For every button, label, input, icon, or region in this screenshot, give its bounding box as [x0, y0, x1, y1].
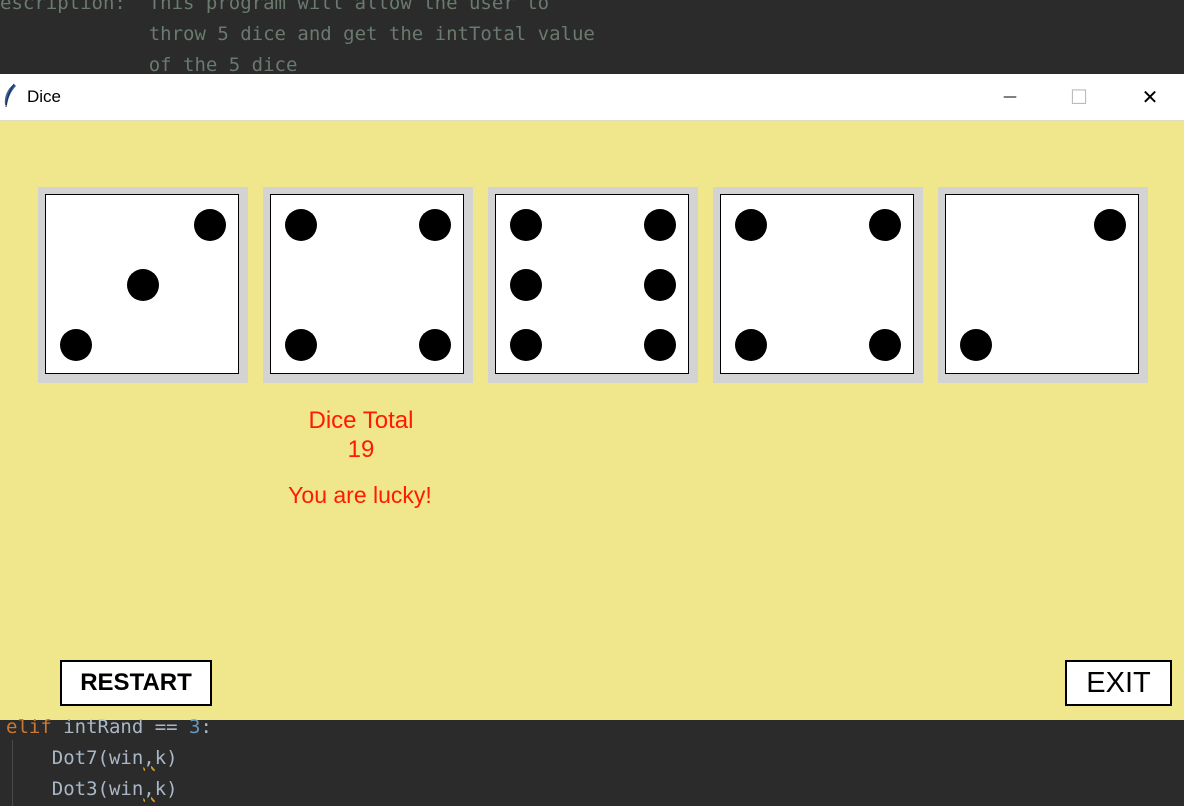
maximize-icon: ☐	[1070, 85, 1088, 109]
code-comma: ,	[143, 778, 155, 800]
code-text: :	[200, 716, 212, 738]
die-pip	[419, 329, 451, 361]
die-face	[45, 194, 239, 374]
die-pip	[285, 209, 317, 241]
die-pip	[510, 329, 542, 361]
code-line: Dot3(win,k)	[6, 774, 178, 805]
code-number: 3	[189, 716, 201, 738]
die-pip	[510, 209, 542, 241]
die-face	[945, 194, 1139, 374]
result-message: You are lucky!	[288, 482, 432, 508]
code-line: elif intRand == 3:	[6, 712, 212, 743]
die-pip	[960, 329, 992, 361]
code-line: escription: This program will allow the …	[0, 0, 550, 14]
code-comma: ,	[143, 747, 155, 769]
dice-total-label: Dice Total	[308, 407, 414, 434]
code-text: Dot3(win	[6, 778, 144, 800]
exit-button[interactable]: EXIT	[1065, 660, 1172, 706]
dice-window: Dice — ☐ ✕	[0, 74, 1184, 720]
window-title: Dice	[27, 87, 62, 106]
die-pip	[735, 329, 767, 361]
die-pip	[869, 329, 901, 361]
minimize-icon: —	[1003, 89, 1017, 105]
maximize-button[interactable]: ☐	[1045, 74, 1113, 120]
code-line: throw 5 dice and get the intTotal value	[0, 23, 595, 45]
close-icon: ✕	[1141, 85, 1159, 109]
die-pip	[735, 209, 767, 241]
restart-button[interactable]: RESTART	[60, 660, 212, 706]
tk-feather-icon	[4, 83, 16, 108]
die-pip	[869, 209, 901, 241]
die-face	[720, 194, 914, 374]
die-pip	[194, 209, 226, 241]
window-titlebar: Dice — ☐ ✕	[0, 74, 1184, 121]
die-pip	[644, 209, 676, 241]
die-5	[938, 187, 1148, 383]
code-text: intRand ==	[51, 716, 190, 738]
die-2	[263, 187, 473, 383]
die-1	[38, 187, 248, 383]
die-pip	[510, 269, 542, 301]
die-face	[495, 194, 689, 374]
close-button[interactable]: ✕	[1116, 74, 1184, 120]
code-line: Dot7(win,k)	[6, 743, 178, 774]
die-pip	[60, 329, 92, 361]
die-4	[713, 187, 923, 383]
die-pip	[644, 269, 676, 301]
code-text: Dot7(win	[6, 747, 144, 769]
die-face	[270, 194, 464, 374]
dice-total-value: 19	[347, 436, 375, 463]
code-text: k)	[154, 778, 178, 800]
die-pip	[644, 329, 676, 361]
minimize-button[interactable]: —	[976, 74, 1044, 120]
die-pip	[1094, 209, 1126, 241]
code-keyword: elif	[6, 716, 52, 738]
die-pip	[419, 209, 451, 241]
code-text: k)	[154, 747, 178, 769]
die-pip	[285, 329, 317, 361]
die-3	[488, 187, 698, 383]
die-pip	[127, 269, 159, 301]
